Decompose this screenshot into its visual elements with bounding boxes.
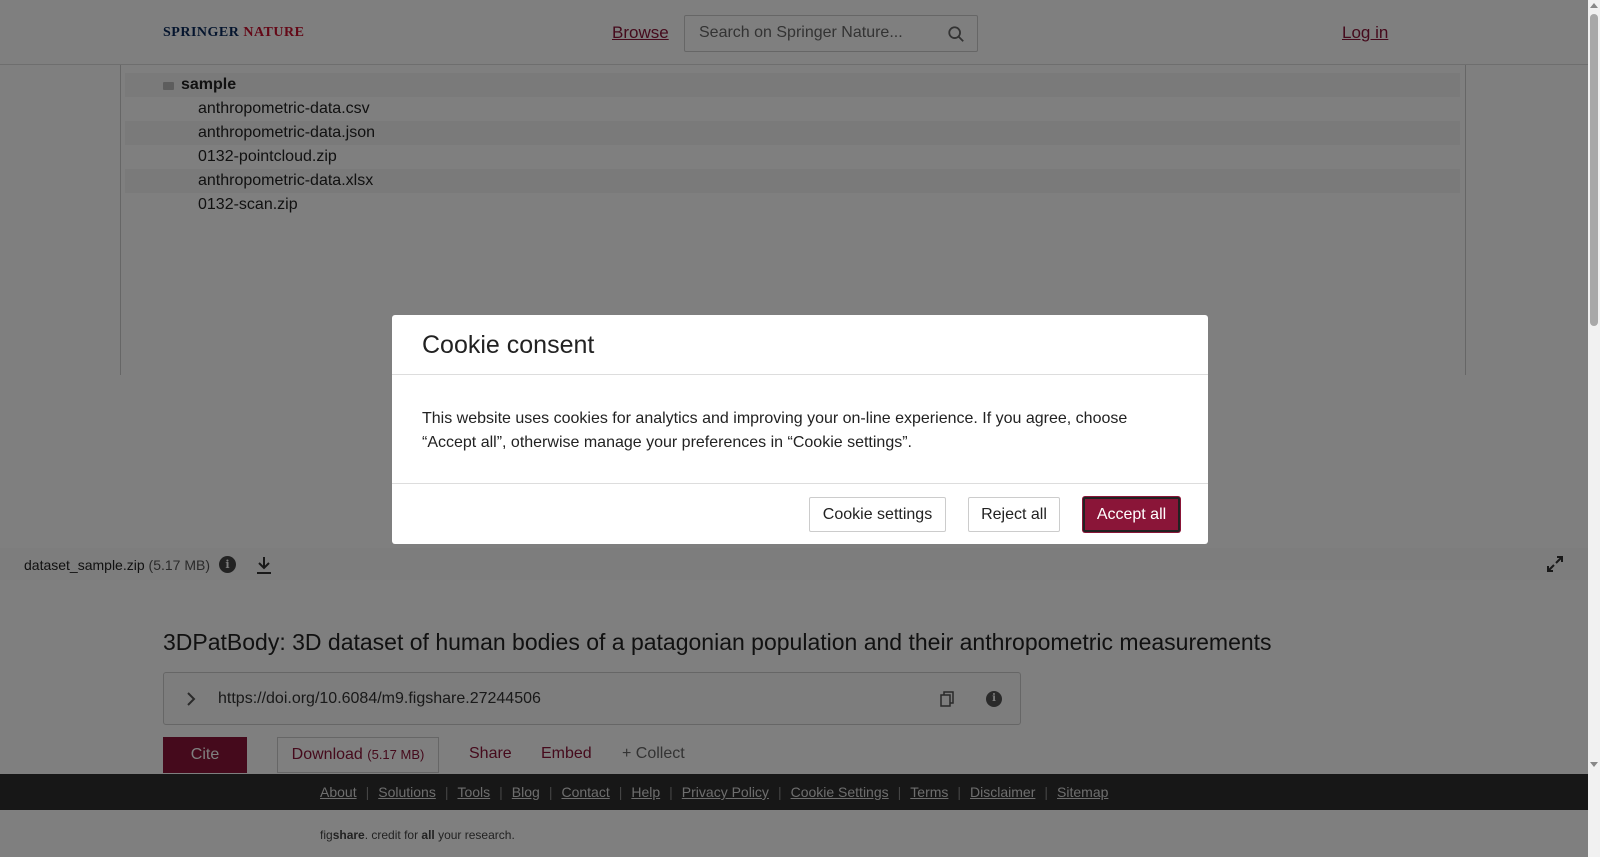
cookie-consent-dialog: Cookie consent This website uses cookies… xyxy=(392,315,1208,544)
reject-all-button[interactable]: Reject all xyxy=(968,497,1060,532)
dialog-body: This website uses cookies for analytics … xyxy=(422,410,1128,451)
scroll-up-arrow-icon[interactable] xyxy=(1590,3,1598,8)
cookie-settings-button[interactable]: Cookie settings xyxy=(809,497,946,532)
dialog-title: Cookie consent xyxy=(422,331,595,359)
divider xyxy=(392,483,1208,484)
scroll-down-arrow-icon[interactable] xyxy=(1590,762,1598,767)
accept-all-button[interactable]: Accept all xyxy=(1083,497,1180,532)
scrollbar-thumb[interactable] xyxy=(1590,14,1598,326)
divider xyxy=(392,374,1208,375)
